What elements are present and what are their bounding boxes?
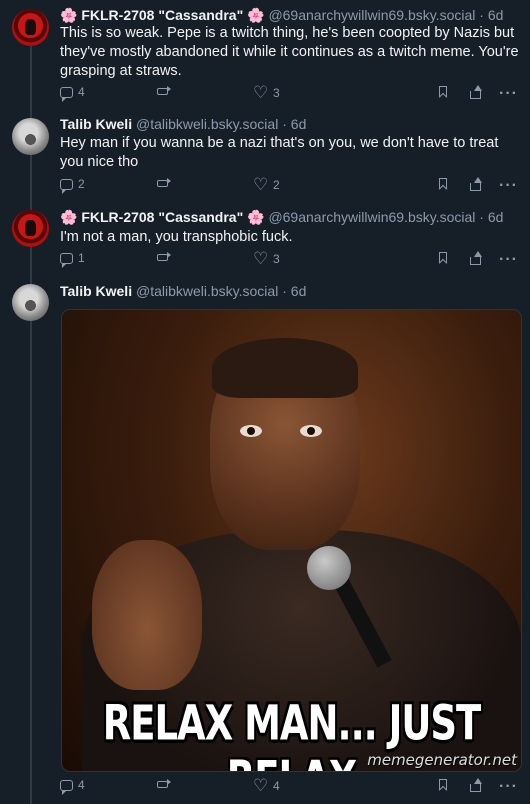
timestamp[interactable]: 6d <box>291 283 307 299</box>
post-text: I'm not a man, you transphobic fuck. <box>60 229 293 245</box>
like-button[interactable]: ♡ 2 <box>253 175 280 194</box>
share-icon <box>468 251 483 266</box>
share-button[interactable] <box>468 778 483 793</box>
like-button[interactable]: ♡ 3 <box>253 249 280 268</box>
display-name[interactable]: Talib Kweli <box>60 116 132 132</box>
bookmark-icon <box>436 778 451 793</box>
flower-emoji: 🌸 <box>247 209 265 225</box>
action-bar: 2 ♡ 2 ··· <box>60 175 522 195</box>
bookmark-icon <box>436 251 451 266</box>
more-button[interactable]: ··· <box>499 778 518 796</box>
bookmark-button[interactable] <box>436 251 451 266</box>
avatar[interactable] <box>12 9 49 46</box>
more-button[interactable]: ··· <box>499 177 518 195</box>
display-name[interactable]: Talib Kweli <box>60 283 132 299</box>
repost-icon <box>157 85 172 100</box>
post-header: Talib Kweli @talibkweli.bsky.social · 6d <box>60 115 306 133</box>
like-count: 3 <box>273 251 280 266</box>
eye-left <box>240 425 262 437</box>
post-header: 🌸 FKLR-2708 "Cassandra" 🌸 @69anarchywill… <box>60 6 503 24</box>
separator: · <box>479 209 484 225</box>
timestamp[interactable]: 6d <box>488 209 504 225</box>
flower-emoji: 🌸 <box>60 7 78 23</box>
avatar[interactable] <box>12 284 49 321</box>
reply-icon <box>60 252 73 268</box>
reply-count: 1 <box>78 251 85 265</box>
avatar[interactable] <box>12 118 49 155</box>
timestamp[interactable]: 6d <box>488 7 504 23</box>
reply-button[interactable]: 4 <box>60 85 85 102</box>
eye-right <box>300 425 322 437</box>
hair-shape <box>212 338 358 398</box>
reply-button[interactable]: 2 <box>60 177 85 194</box>
like-icon: ♡ <box>253 175 269 194</box>
microphone-icon <box>307 546 351 590</box>
handle[interactable]: @talibkweli.bsky.social <box>136 116 278 132</box>
more-icon: ··· <box>499 778 518 795</box>
share-icon <box>468 85 483 100</box>
reply-icon <box>60 178 73 194</box>
thread-line <box>30 46 32 804</box>
bookmark-button[interactable] <box>436 778 451 793</box>
repost-button[interactable] <box>157 251 172 266</box>
reply-count: 4 <box>78 85 85 99</box>
avatar[interactable] <box>12 210 49 247</box>
like-icon: ♡ <box>253 776 269 795</box>
handle[interactable]: @69anarchywillwin69.bsky.social <box>268 7 475 23</box>
post-header: 🌸 FKLR-2708 "Cassandra" 🌸 @69anarchywill… <box>60 208 503 226</box>
share-icon <box>468 177 483 192</box>
meme-watermark: memegenerator.net <box>367 751 517 769</box>
reply-count: 4 <box>78 778 85 792</box>
reply-count: 2 <box>78 177 85 191</box>
bookmark-button[interactable] <box>436 85 451 100</box>
share-icon <box>468 778 483 793</box>
like-count: 3 <box>273 85 280 100</box>
repost-button[interactable] <box>157 85 172 100</box>
reply-icon <box>60 779 73 795</box>
repost-icon <box>157 778 172 793</box>
more-icon: ··· <box>499 251 518 268</box>
action-bar: 4 ♡ 3 ··· <box>60 83 522 103</box>
meme-image[interactable]: RELAX MAN... JUST RELAX memegenerator.ne… <box>61 309 522 772</box>
more-button[interactable]: ··· <box>499 251 518 269</box>
bookmark-icon <box>436 85 451 100</box>
display-name[interactable]: FKLR-2708 "Cassandra" <box>81 7 243 23</box>
share-button[interactable] <box>468 85 483 100</box>
handle[interactable]: @69anarchywillwin69.bsky.social <box>268 209 475 225</box>
reply-button[interactable]: 4 <box>60 778 85 795</box>
more-button[interactable]: ··· <box>499 85 518 103</box>
separator: · <box>282 116 287 132</box>
action-bar: 1 ♡ 3 ··· <box>60 249 522 269</box>
action-bar: 4 ♡ 4 ··· <box>60 776 522 796</box>
like-count: 2 <box>273 177 280 192</box>
repost-button[interactable] <box>157 778 172 793</box>
separator: · <box>479 7 484 23</box>
share-button[interactable] <box>468 177 483 192</box>
share-button[interactable] <box>468 251 483 266</box>
repost-button[interactable] <box>157 177 172 192</box>
like-button[interactable]: ♡ 3 <box>253 83 280 102</box>
repost-icon <box>157 251 172 266</box>
raised-hand <box>92 540 202 690</box>
post-text: Hey man if you wanna be a nazi that's on… <box>60 135 499 170</box>
like-button[interactable]: ♡ 4 <box>253 776 280 795</box>
post-header: Talib Kweli @talibkweli.bsky.social · 6d <box>60 282 306 300</box>
flower-emoji: 🌸 <box>247 7 265 23</box>
reply-icon <box>60 86 73 102</box>
separator: · <box>282 283 287 299</box>
bookmark-icon <box>436 177 451 192</box>
post-text: This is so weak. Pepe is a twitch thing,… <box>60 25 519 79</box>
like-count: 4 <box>273 778 280 793</box>
bookmark-button[interactable] <box>436 177 451 192</box>
like-icon: ♡ <box>253 83 269 102</box>
flower-emoji: 🌸 <box>60 209 78 225</box>
more-icon: ··· <box>499 177 518 194</box>
timestamp[interactable]: 6d <box>291 116 307 132</box>
display-name[interactable]: FKLR-2708 "Cassandra" <box>81 209 243 225</box>
handle[interactable]: @talibkweli.bsky.social <box>136 283 278 299</box>
reply-button[interactable]: 1 <box>60 251 85 268</box>
more-icon: ··· <box>499 85 518 102</box>
like-icon: ♡ <box>253 249 269 268</box>
repost-icon <box>157 177 172 192</box>
